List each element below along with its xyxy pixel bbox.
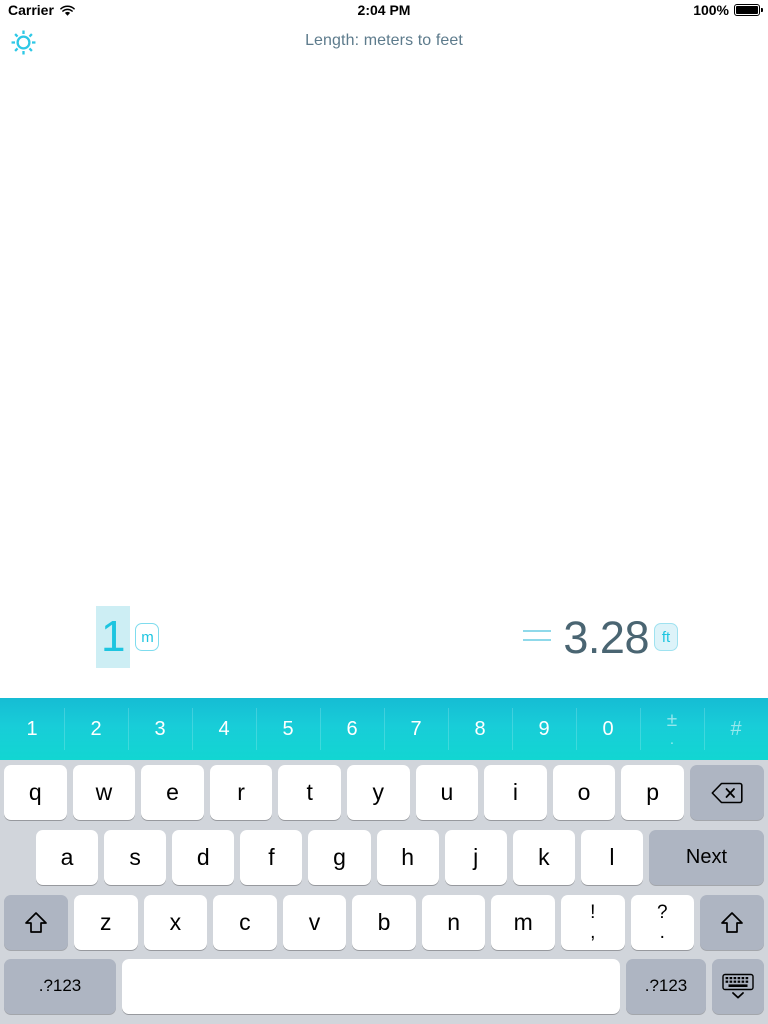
keyboard: 1 2 3 4 5 6 7 8 9 0 ± . # q w e r t y u … bbox=[0, 698, 768, 1024]
equals-icon bbox=[523, 630, 552, 644]
key-m[interactable]: m bbox=[491, 895, 555, 950]
key-a[interactable]: a bbox=[36, 830, 99, 885]
top-bar: Length: meters to feet bbox=[0, 20, 768, 64]
keyboard-row-qwerty: q w e r t y u i o p bbox=[0, 760, 768, 825]
status-bar-time: 2:04 PM bbox=[357, 2, 411, 18]
key-b[interactable]: b bbox=[352, 895, 416, 950]
exclamation-comma-key[interactable]: ! , bbox=[560, 895, 625, 950]
output-unit-badge[interactable]: ft bbox=[654, 623, 678, 651]
key-t[interactable]: t bbox=[278, 765, 341, 820]
status-bar: Carrier 2:04 PM 100% bbox=[0, 0, 768, 20]
hash-key[interactable]: # bbox=[704, 698, 768, 760]
key-h[interactable]: h bbox=[376, 830, 439, 885]
battery-percent-label: 100% bbox=[693, 2, 729, 18]
period-glyph: . bbox=[659, 921, 665, 943]
number-key-6[interactable]: 6 bbox=[320, 698, 384, 760]
number-key-7[interactable]: 7 bbox=[384, 698, 448, 760]
shift-icon bbox=[25, 911, 47, 933]
number-key-5[interactable]: 5 bbox=[256, 698, 320, 760]
number-key-8[interactable]: 8 bbox=[448, 698, 512, 760]
space-key[interactable] bbox=[122, 958, 620, 1014]
comma-glyph: , bbox=[590, 921, 596, 943]
question-glyph: ? bbox=[656, 901, 668, 923]
hide-keyboard-key[interactable] bbox=[712, 958, 764, 1014]
key-j[interactable]: j bbox=[444, 830, 507, 885]
number-row: 1 2 3 4 5 6 7 8 9 0 ± . # bbox=[0, 698, 768, 760]
result-group: 3.28 ft bbox=[523, 615, 678, 660]
shift-key-right[interactable] bbox=[700, 895, 765, 950]
key-z[interactable]: z bbox=[74, 895, 138, 950]
conversion-area: 1 m 3.28 ft bbox=[0, 64, 768, 698]
key-l[interactable]: l bbox=[580, 830, 643, 885]
input-unit-badge[interactable]: m bbox=[135, 623, 160, 651]
backspace-key[interactable] bbox=[689, 765, 764, 820]
number-key-1[interactable]: 1 bbox=[0, 698, 64, 760]
output-value: 3.28 bbox=[563, 611, 649, 663]
key-c[interactable]: c bbox=[213, 895, 277, 950]
key-i[interactable]: i bbox=[484, 765, 547, 820]
shift-icon bbox=[721, 911, 743, 933]
app-root: Carrier 2:04 PM 100% Length: meters to f… bbox=[0, 0, 768, 1024]
key-n[interactable]: n bbox=[421, 895, 486, 950]
shift-key-left[interactable] bbox=[4, 895, 68, 950]
key-o[interactable]: o bbox=[552, 765, 616, 820]
number-key-2[interactable]: 2 bbox=[64, 698, 128, 760]
input-group[interactable]: 1 m bbox=[96, 606, 160, 668]
key-w[interactable]: w bbox=[72, 765, 136, 820]
number-key-4[interactable]: 4 bbox=[192, 698, 256, 760]
decimal-glyph: . bbox=[669, 731, 675, 748]
key-e[interactable]: e bbox=[141, 765, 204, 820]
keyboard-row-zxcv: z x c v b n m ! , ? . bbox=[0, 890, 768, 955]
key-p[interactable]: p bbox=[621, 765, 684, 820]
hide-keyboard-icon bbox=[722, 973, 754, 999]
next-key[interactable]: Next bbox=[648, 830, 764, 885]
input-value[interactable]: 1 bbox=[98, 615, 128, 659]
plusminus-glyph: ± bbox=[666, 710, 678, 731]
question-period-key[interactable]: ? . bbox=[630, 895, 695, 950]
number-key-3[interactable]: 3 bbox=[128, 698, 192, 760]
plusminus-decimal-key[interactable]: ± . bbox=[640, 698, 704, 760]
backspace-icon bbox=[711, 782, 743, 803]
input-selection-highlight[interactable]: 1 bbox=[96, 606, 131, 668]
exclamation-glyph: ! bbox=[590, 901, 596, 923]
key-d[interactable]: d bbox=[172, 830, 235, 885]
keyboard-row-asdf: a s d f g h j k l Next bbox=[0, 825, 768, 890]
key-s[interactable]: s bbox=[104, 830, 167, 885]
key-f[interactable]: f bbox=[240, 830, 303, 885]
key-r[interactable]: r bbox=[209, 765, 273, 820]
number-key-9[interactable]: 9 bbox=[512, 698, 576, 760]
key-g[interactable]: g bbox=[308, 830, 371, 885]
key-x[interactable]: x bbox=[143, 895, 208, 950]
key-q[interactable]: q bbox=[4, 765, 67, 820]
key-v[interactable]: v bbox=[282, 895, 347, 950]
keyboard-row-bottom: .?123 .?123 bbox=[0, 955, 768, 1017]
key-y[interactable]: y bbox=[346, 765, 410, 820]
status-bar-right: 100% bbox=[693, 2, 763, 18]
key-u[interactable]: u bbox=[415, 765, 479, 820]
number-key-0[interactable]: 0 bbox=[576, 698, 640, 760]
key-k[interactable]: k bbox=[512, 830, 575, 885]
page-title: Length: meters to feet bbox=[305, 32, 463, 49]
battery-icon bbox=[734, 4, 763, 16]
numeric-symbol-key-right[interactable]: .?123 bbox=[626, 958, 706, 1014]
numeric-symbol-key-left[interactable]: .?123 bbox=[4, 958, 116, 1014]
conversion-row: 1 m 3.28 ft bbox=[0, 602, 768, 672]
